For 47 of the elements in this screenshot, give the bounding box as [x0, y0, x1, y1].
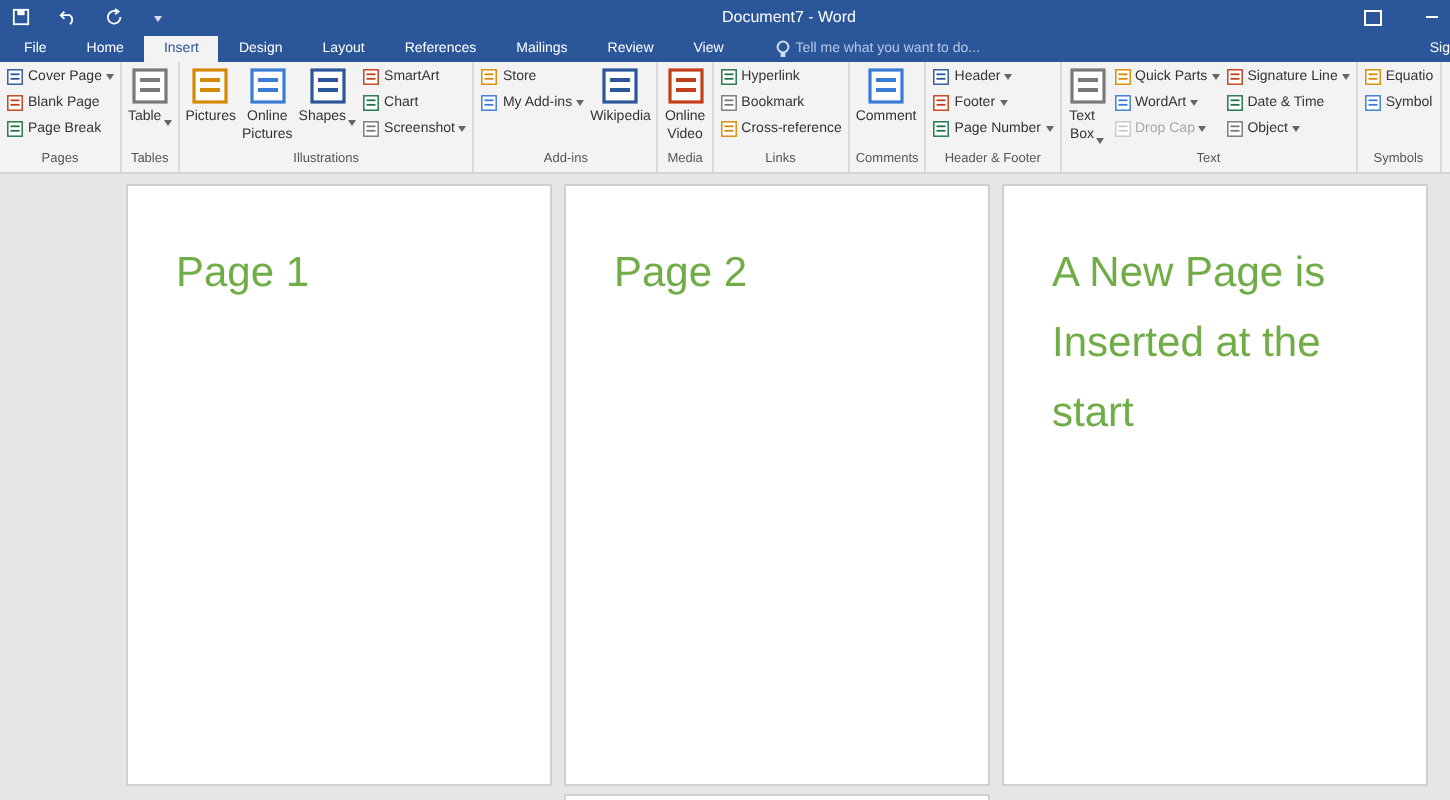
caret-icon — [999, 100, 1008, 106]
ribbon-icon — [480, 94, 499, 112]
ribbon-icon — [1363, 68, 1382, 86]
customize-icon[interactable] — [152, 11, 164, 23]
ribbon-icon — [6, 120, 24, 138]
caret-icon — [1291, 126, 1300, 132]
minimize-icon[interactable] — [1426, 15, 1438, 19]
ribbon-icon — [362, 94, 381, 112]
ribbon-icon — [362, 68, 381, 86]
page-text: Page 1 — [176, 250, 310, 296]
ribbon-icon — [1225, 68, 1244, 86]
page-text: Page 2 — [614, 250, 748, 296]
ribbon-icon — [932, 94, 951, 112]
ribbon-icon — [719, 68, 738, 86]
undo-icon[interactable] — [58, 8, 78, 26]
ribbon-icon — [1113, 68, 1131, 86]
ribbon-icon — [362, 120, 381, 138]
caret-icon — [1004, 74, 1013, 80]
ribbon-icon — [1113, 120, 1131, 138]
ribbon-icon — [932, 68, 951, 86]
window-title: Document7 - Word — [722, 8, 858, 26]
ribbon-display-icon[interactable] — [1364, 9, 1382, 25]
ribbon-icon — [6, 94, 24, 112]
caret-icon — [105, 74, 114, 80]
caret-icon — [1096, 138, 1105, 144]
caret-icon — [576, 100, 585, 106]
caret-icon — [1341, 74, 1350, 80]
caret-icon — [348, 120, 357, 126]
ribbon-icon — [932, 120, 951, 138]
save-icon[interactable] — [12, 8, 30, 26]
caret-icon — [458, 126, 467, 132]
ribbon-icon — [1363, 94, 1382, 112]
ribbon-icon — [1225, 120, 1244, 138]
page-text: A New Page is Inserted at the start — [1052, 250, 1326, 436]
redo-icon[interactable] — [106, 8, 124, 26]
caret-icon — [1211, 74, 1220, 80]
ribbon-icon — [1225, 94, 1244, 112]
caret-icon — [1045, 126, 1053, 132]
caret-icon — [1190, 100, 1199, 106]
ribbon-icon — [719, 120, 738, 138]
ribbon-icon — [6, 68, 24, 86]
ribbon-icon — [480, 68, 499, 86]
ribbon-icon — [719, 94, 738, 112]
ribbon-icon — [1113, 94, 1131, 112]
lightbulb-icon — [775, 40, 790, 58]
caret-icon — [1198, 126, 1207, 132]
caret-icon — [163, 120, 172, 126]
